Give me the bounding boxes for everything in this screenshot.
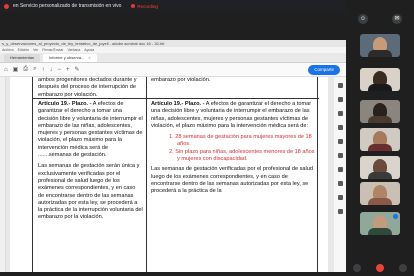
left-article-p2: Las semanas de gestación serán única y e… (38, 163, 143, 221)
participant-body (368, 172, 392, 179)
participants-panel: ☺ ✉ (346, 0, 414, 276)
participant-tile[interactable] (360, 156, 400, 179)
print-icon[interactable]: ⎙ (23, 66, 28, 73)
left-article-text: A efectos de garantizar el derecho a tom… (38, 101, 143, 159)
participant-body (368, 84, 392, 91)
left-article-heading: Artículo 19.- Plazo. - (38, 101, 92, 107)
participant-tile[interactable] (360, 100, 400, 123)
participant-tile[interactable] (360, 182, 400, 205)
zoom-out-icon[interactable]: − (57, 67, 61, 73)
meeting-controls (346, 260, 414, 276)
tool-icon[interactable] (337, 139, 343, 144)
comment-icon[interactable]: ✎ (75, 66, 80, 73)
right-article-p2: Las semanas de gestación verificadas por… (151, 166, 314, 195)
tool-icon[interactable] (337, 125, 343, 130)
right-article-list: 1. 28 semanas de gestación para mujeres … (151, 134, 317, 163)
tool-icon[interactable] (337, 83, 343, 88)
tab-label: Informe y observa... (49, 55, 85, 60)
participant-body (368, 198, 392, 205)
list-item: 2. Sin plazo para niñas, adolescentes me… (169, 148, 315, 163)
people-icon[interactable]: ☺ (358, 14, 368, 24)
participant-tile[interactable] (360, 68, 400, 91)
right-top-cell: embarazo por violación. (151, 77, 211, 83)
next-page-icon[interactable]: ↓ (49, 67, 52, 73)
participant-tile[interactable] (360, 212, 400, 235)
tool-icon[interactable] (337, 209, 343, 214)
tab-label: Herramientas (10, 55, 35, 60)
speaking-indicator-icon (393, 214, 398, 219)
participant-body (368, 50, 392, 57)
prev-page-icon[interactable]: ↑ (41, 67, 44, 73)
tool-icon[interactable] (337, 167, 343, 172)
participant-tile[interactable] (360, 34, 400, 57)
menu-ver[interactable]: Ver (33, 47, 38, 53)
left-article-p1: Artículo 19.- Plazo. - A efectos de gara… (38, 101, 143, 159)
menu-archivo[interactable]: Archivo (2, 47, 14, 53)
tab-row: Herramientas Informe y observa... × (0, 53, 346, 63)
menu-firmar[interactable]: Firmar/Enviar (42, 47, 63, 53)
comparison-table: ambos progenitores dectados durante y de… (32, 77, 319, 272)
participant-body (368, 116, 392, 123)
participant-tile[interactable] (360, 128, 400, 151)
recording-indicator: Recording (131, 4, 158, 9)
zoom-in-icon[interactable]: + (66, 67, 70, 73)
tool-icon[interactable] (337, 181, 343, 186)
right-article-heading: Artículo 19.- Plazo. - (151, 101, 205, 107)
participant-body (368, 228, 392, 235)
recording-label: Recording (137, 3, 158, 9)
document-area: ambos progenitores dectados durante y de… (0, 77, 346, 272)
menu-ayuda[interactable]: Ayuda (84, 47, 94, 53)
tab-document[interactable]: Informe y observa... × (43, 54, 97, 62)
list-item: 1. 28 semanas de gestación para mujeres … (169, 134, 312, 148)
pdf-viewer-window: s_y_observaciones_al_proyecto_de_ley_ten… (0, 40, 346, 272)
left-top-cell: ambos progenitores dectados durante y de… (38, 77, 137, 98)
document-page: ambos progenitores dectados durante y de… (10, 77, 328, 272)
table-divider (146, 77, 147, 272)
meeting-title: en Servicio personalizado de transmisión… (13, 3, 122, 9)
toolbar: ⌂ ▣ ⎙ ⌕ ↑ ↓ − + ✎ Compartir (0, 63, 346, 77)
tool-icon[interactable] (337, 153, 343, 158)
left-article-cell: Artículo 19.- Plazo. - A efectos de gara… (38, 101, 143, 226)
tool-icon[interactable] (337, 97, 343, 102)
stop-share-icon[interactable] (4, 3, 9, 9)
tools-rail (334, 77, 346, 272)
panel-top-icons: ☺ ✉ (346, 14, 414, 24)
chat-icon[interactable]: ✉ (392, 14, 402, 24)
tab-herramientas[interactable]: Herramientas (4, 54, 41, 62)
recording-dot-icon (131, 4, 136, 8)
share-button[interactable]: Compartir (308, 65, 340, 75)
menu-ventana[interactable]: Ventana (67, 47, 80, 53)
right-article-p1: Artículo 19.- Plazo. - A efectos de gara… (151, 101, 317, 130)
save-icon[interactable]: ▣ (13, 66, 19, 73)
camera-icon[interactable] (398, 264, 407, 272)
left-rail (0, 77, 6, 272)
home-icon[interactable]: ⌂ (4, 67, 8, 73)
close-tab-icon[interactable]: × (88, 55, 90, 60)
search-icon[interactable]: ⌕ (33, 66, 36, 73)
participant-body (368, 144, 392, 151)
leave-call-icon[interactable] (375, 264, 384, 272)
tool-icon[interactable] (337, 111, 343, 116)
window-title: s_y_observaciones_al_proyecto_de_ley_ten… (0, 40, 346, 47)
right-article-cell: Artículo 19.- Plazo. - A efectos de gara… (151, 101, 317, 200)
tool-icon[interactable] (337, 195, 343, 200)
menu-edicion[interactable]: Edición (18, 47, 29, 53)
mic-icon[interactable] (353, 264, 362, 272)
